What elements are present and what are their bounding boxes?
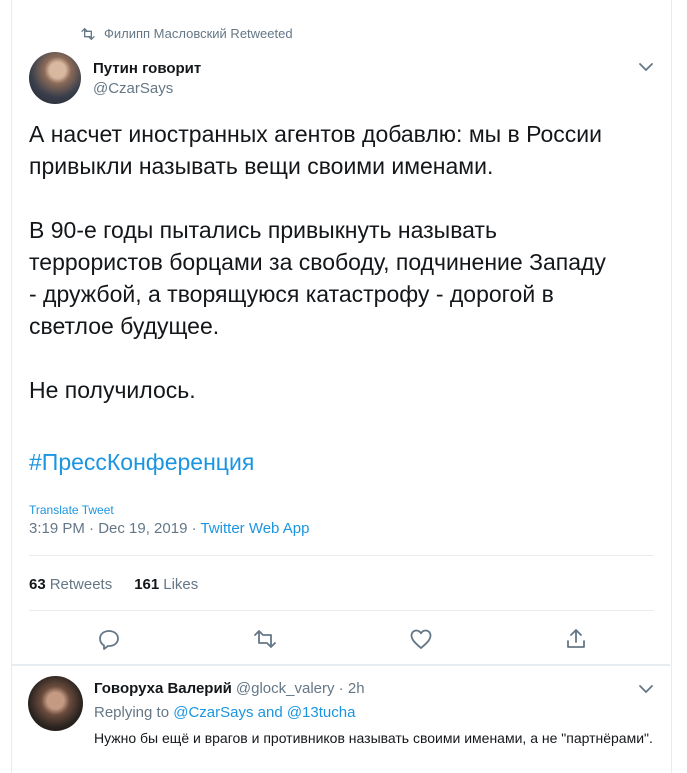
tweet-paragraph: В 90-е годы пытались привыкнуть называть… — [29, 217, 606, 339]
likes-stat[interactable]: 161 Likes — [134, 576, 198, 593]
reply-author-avatar[interactable] — [28, 676, 83, 731]
tweet-paragraph: Не получилось. — [29, 377, 196, 403]
retweet-context: Филипп Масловский Retweeted — [80, 26, 293, 41]
retweet-icon — [81, 27, 95, 40]
replying-prefix: Replying to — [94, 704, 174, 721]
retweeted-by-label[interactable]: Филипп Масловский Retweeted — [104, 26, 293, 41]
translate-tweet-link[interactable]: Translate Tweet — [29, 503, 114, 517]
author-handle[interactable]: @CzarSays — [93, 80, 173, 97]
divider — [29, 610, 654, 611]
tweet-timestamp[interactable]: 3:19 PM · Dec 19, 2019 · — [29, 520, 200, 537]
divider — [29, 555, 654, 556]
source-app-link[interactable]: Twitter Web App — [200, 520, 309, 537]
reply-header: Говоруха Валерий @glock_valery · 2h — [94, 680, 365, 697]
chevron-down-icon[interactable] — [638, 62, 654, 72]
retweet-icon[interactable] — [253, 627, 277, 651]
retweets-count: 63 — [29, 576, 46, 593]
likes-count: 161 — [134, 576, 160, 593]
reply-author-name[interactable]: Говоруха Валерий — [94, 680, 232, 697]
retweets-label: Retweets — [49, 576, 113, 593]
share-icon[interactable] — [564, 627, 588, 651]
tweet-stats: 63 Retweets 161 Likes — [29, 576, 198, 593]
author-avatar[interactable] — [29, 52, 81, 104]
replying-mentions[interactable]: @CzarSays and @13tucha — [173, 704, 355, 721]
likes-label: Likes — [163, 576, 199, 593]
replying-to: Replying to @CzarSays and @13tucha — [94, 704, 355, 721]
reply-author-handle[interactable]: @glock_valery — [236, 680, 335, 697]
tweet-paragraph: А насчет иностранных агентов добавлю: мы… — [29, 121, 602, 179]
reply-time[interactable]: · 2h — [335, 680, 365, 697]
author-name[interactable]: Путин говорит — [93, 60, 201, 77]
reply-icon[interactable] — [97, 627, 121, 651]
retweets-stat[interactable]: 63 Retweets — [29, 576, 112, 593]
reply-text: Нужно бы ещё и врагов и противников назы… — [94, 730, 653, 746]
chevron-down-icon[interactable] — [638, 684, 654, 694]
tweet-text: А насчет иностранных агентов добавлю: мы… — [29, 118, 669, 406]
thread-separator — [12, 664, 670, 666]
like-icon[interactable] — [409, 627, 433, 651]
hashtag-link[interactable]: #ПрессКонференция — [29, 449, 254, 476]
tweet-meta: 3:19 PM · Dec 19, 2019 · Twitter Web App — [29, 520, 309, 537]
